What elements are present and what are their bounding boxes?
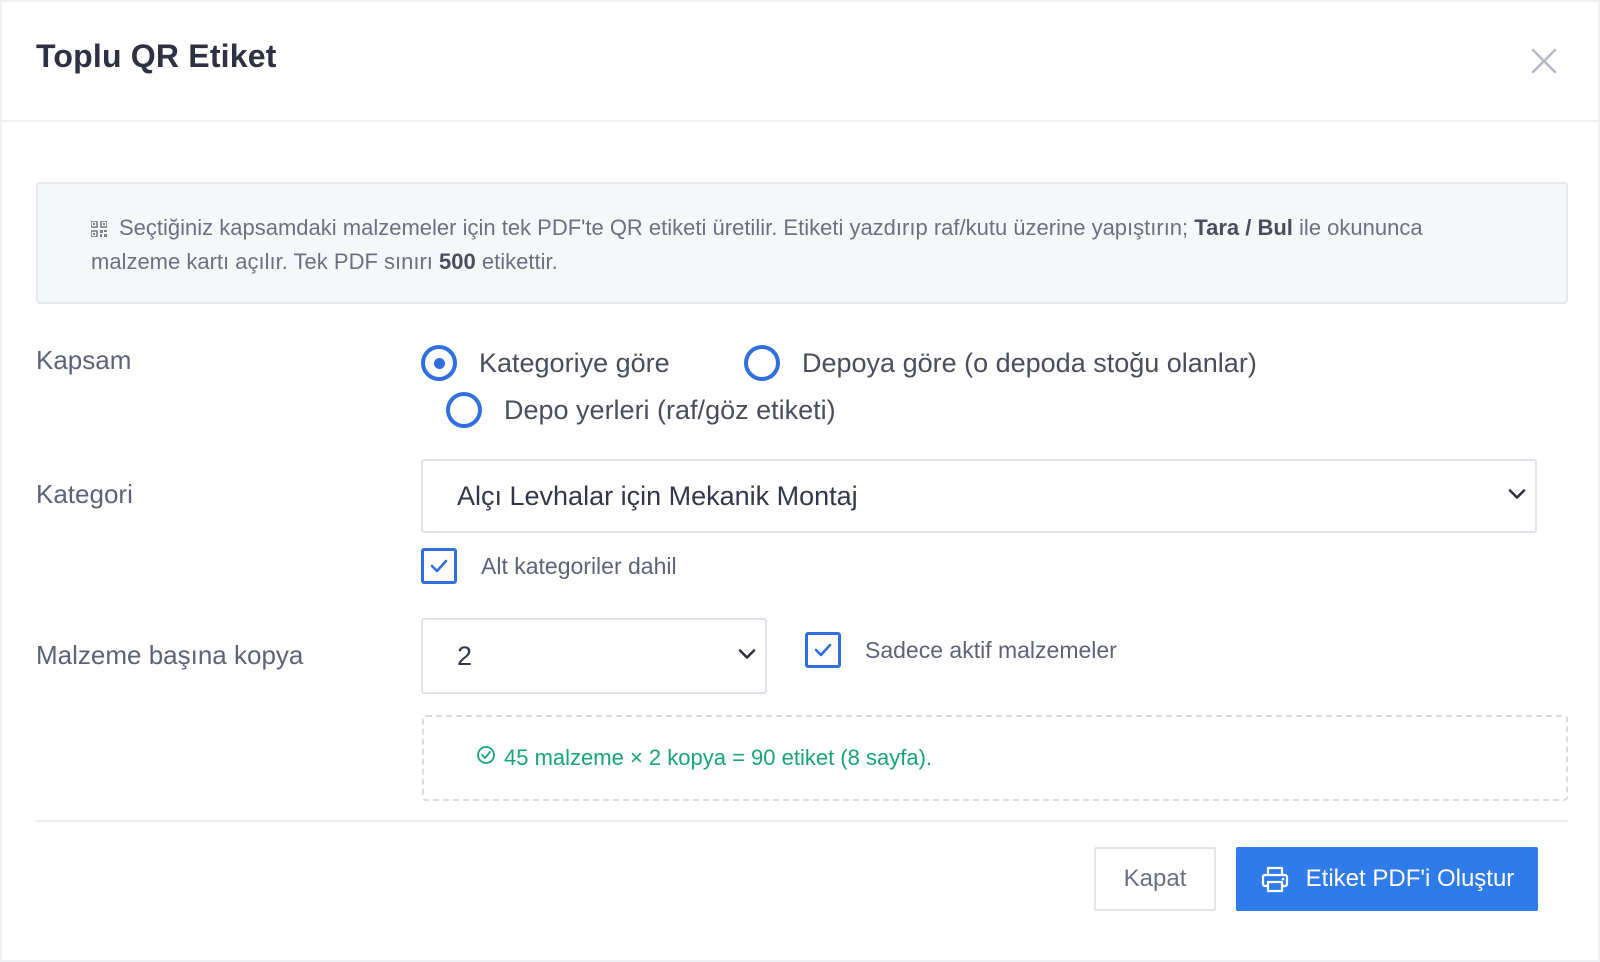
- generate-pdf-label: Etiket PDF'i Oluştur: [1305, 865, 1515, 892]
- radio-by-warehouse[interactable]: Depoya göre (o depoda stoğu olanlar): [744, 345, 1257, 381]
- radio-checked-icon: [421, 345, 457, 381]
- only-active-checkbox[interactable]: Sadece aktif malzemeler: [805, 632, 1117, 668]
- info-bold-scan-find: Tara / Bul: [1194, 215, 1293, 240]
- radio-unchecked-icon: [744, 345, 780, 381]
- copies-select[interactable]: 2: [421, 618, 767, 694]
- include-subcategories-label: Alt kategoriler dahil: [481, 552, 677, 579]
- info-bold-limit: 500: [439, 249, 476, 274]
- radio-by-category-label: Kategoriye göre: [479, 347, 670, 378]
- category-select-value: Alçı Levhalar için Mekanik Montaj: [457, 480, 858, 511]
- qr-code-icon: [90, 214, 108, 246]
- modal-header: Toplu QR Etiket: [2, 2, 1598, 122]
- info-alert: Seçtiğiniz kapsamdaki malzemeler için te…: [36, 182, 1568, 304]
- category-label: Kategori: [36, 479, 133, 509]
- bulk-qr-label-modal: Toplu QR Etiket Seçtiğiniz kapsamdaki ma…: [0, 0, 1600, 962]
- chevron-down-icon: [737, 647, 757, 666]
- radio-by-category[interactable]: Kategoriye göre: [421, 345, 670, 381]
- scope-label: Kapsam: [36, 345, 132, 375]
- generate-pdf-button[interactable]: Etiket PDF'i Oluştur: [1236, 847, 1538, 911]
- close-icon[interactable]: [1529, 46, 1559, 76]
- checkmark-icon: [805, 632, 841, 668]
- radio-unchecked-icon: [446, 392, 482, 428]
- summary-text: 45 malzeme × 2 kopya = 90 etiket (8 sayf…: [504, 745, 933, 770]
- radio-by-locations[interactable]: Depo yerleri (raf/göz etiketi): [446, 392, 836, 428]
- category-select[interactable]: Alçı Levhalar için Mekanik Montaj: [421, 459, 1537, 533]
- copies-label: Malzeme başına kopya: [36, 640, 304, 670]
- radio-by-warehouse-label: Depoya göre (o depoda stoğu olanlar): [802, 347, 1257, 378]
- summary-panel: 45 malzeme × 2 kopya = 90 etiket (8 sayf…: [422, 715, 1568, 801]
- include-subcategories-checkbox[interactable]: Alt kategoriler dahil: [421, 548, 677, 584]
- footer-divider: [36, 820, 1568, 822]
- info-text-3: etikettir.: [481, 249, 558, 274]
- only-active-label: Sadece aktif malzemeler: [865, 636, 1117, 663]
- radio-by-locations-label: Depo yerleri (raf/göz etiketi): [504, 394, 836, 425]
- copies-select-value: 2: [457, 640, 473, 671]
- printer-icon: [1260, 864, 1290, 894]
- checkmark-icon: [421, 548, 457, 584]
- check-circle-icon: [476, 745, 496, 771]
- close-button[interactable]: Kapat: [1094, 847, 1216, 911]
- modal-title: Toplu QR Etiket: [36, 38, 277, 74]
- info-text-1: Seçtiğiniz kapsamdaki malzemeler için te…: [119, 215, 1189, 240]
- chevron-down-icon: [1507, 487, 1527, 506]
